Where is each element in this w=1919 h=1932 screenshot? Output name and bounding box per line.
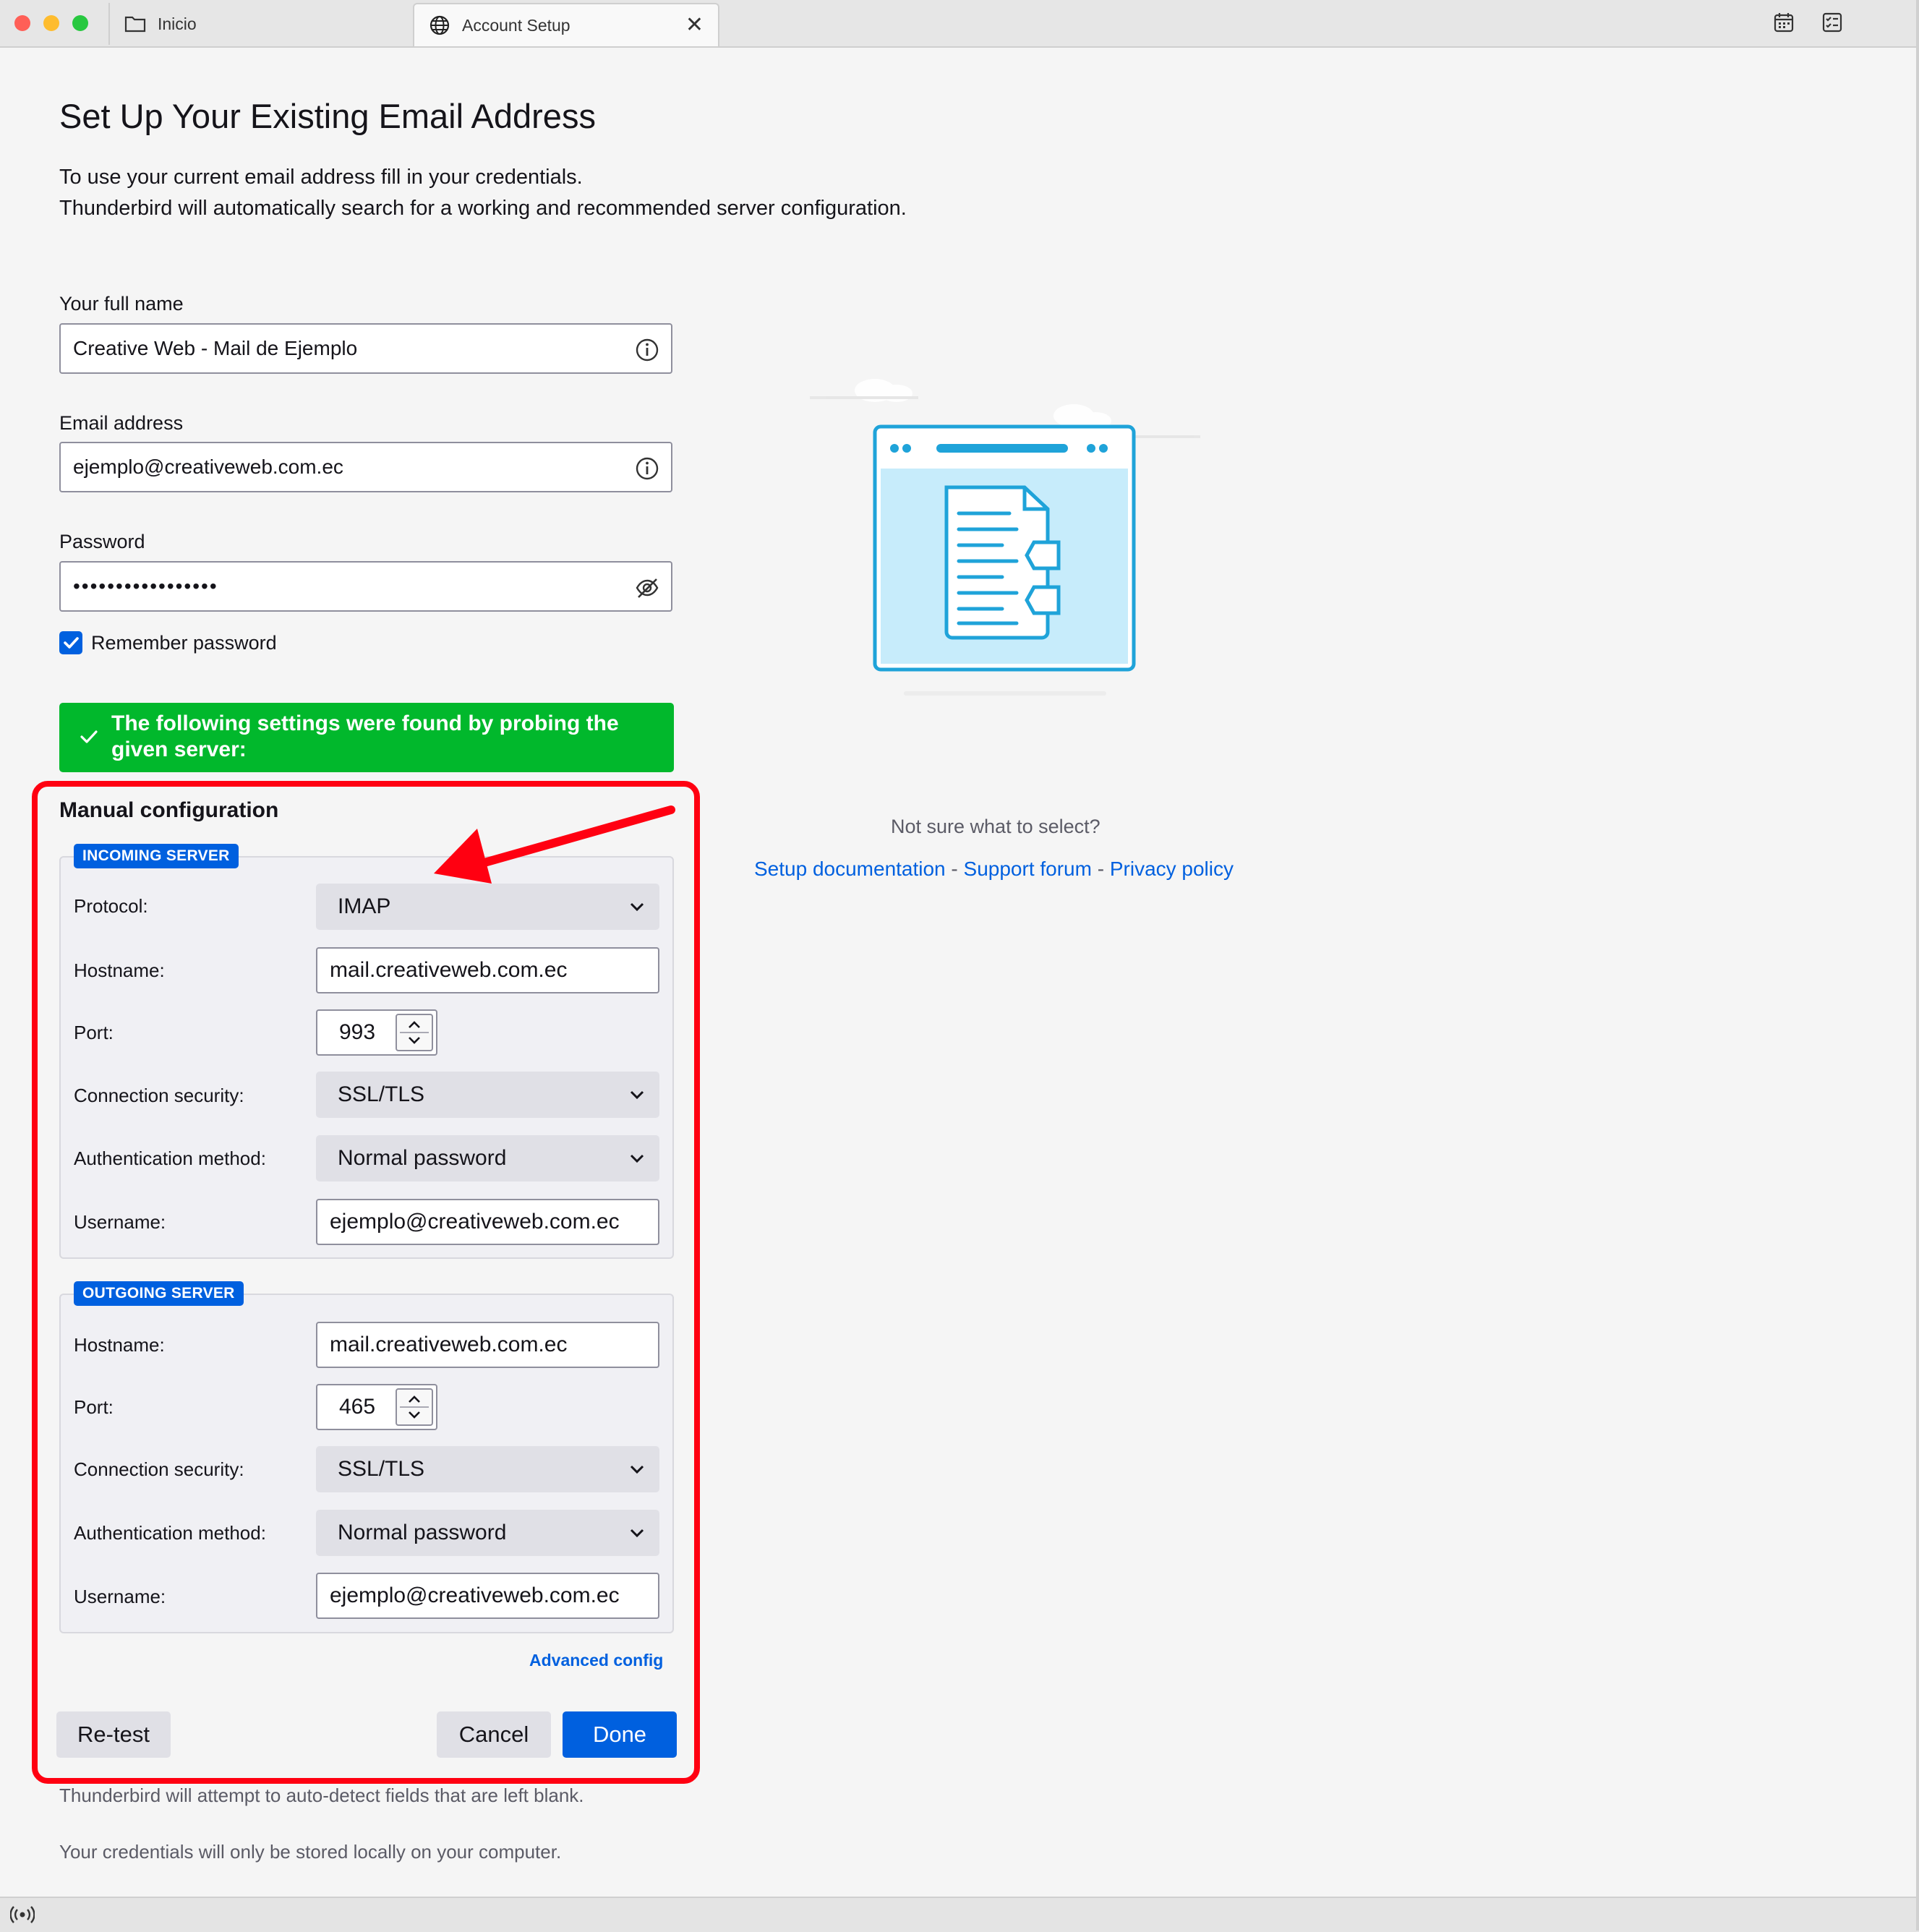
info-icon	[636, 457, 659, 480]
tab-account-setup[interactable]: Account Setup ✕	[413, 3, 719, 46]
remember-password-label: Remember password	[91, 632, 277, 654]
full-name-input[interactable]: Creative Web - Mail de Ejemplo	[59, 323, 672, 374]
info-icon	[636, 338, 659, 362]
calendar-icon[interactable]	[1773, 12, 1795, 33]
link-separator: -	[1091, 858, 1110, 880]
setup-documentation-link[interactable]: Setup documentation	[754, 858, 946, 880]
privacy-policy-link[interactable]: Privacy policy	[1110, 858, 1234, 880]
close-window-button[interactable]	[14, 15, 30, 31]
checkmark-icon	[64, 637, 79, 649]
minimize-window-button[interactable]	[43, 15, 59, 31]
window-edge	[1916, 0, 1919, 1931]
page-title: Set Up Your Existing Email Address	[59, 97, 596, 135]
password-input[interactable]: •••••••••••••••••	[59, 561, 672, 612]
password-value: •••••••••••••••••	[73, 575, 218, 597]
remember-password-checkbox[interactable]	[59, 631, 82, 654]
online-status-icon[interactable]	[10, 1905, 35, 1925]
full-name-label: Your full name	[59, 293, 184, 315]
help-links: Setup documentation - Support forum - Pr…	[754, 858, 1234, 881]
check-icon	[80, 730, 98, 743]
folder-icon	[124, 16, 146, 33]
email-label: Email address	[59, 412, 184, 434]
email-value: ejemplo@creativeweb.com.ec	[73, 456, 343, 478]
status-bar	[0, 1897, 1919, 1932]
password-label: Password	[59, 531, 145, 552]
success-message: The following settings were found by pro…	[111, 711, 619, 761]
email-input[interactable]: ejemplo@creativeweb.com.ec	[59, 442, 672, 492]
document-illustration	[810, 379, 1200, 696]
intro-line-1: To use your current email address fill i…	[59, 166, 583, 189]
eye-slash-icon[interactable]	[635, 576, 659, 600]
intro-line-2: Thunderbird will automatically search fo…	[59, 197, 907, 220]
tasks-icon[interactable]	[1821, 12, 1843, 33]
support-forum-link[interactable]: Support forum	[964, 858, 1092, 880]
window-titlebar: Inicio Account Setup ✕	[0, 0, 1919, 48]
close-tab-icon[interactable]: ✕	[685, 14, 704, 36]
globe-icon	[429, 15, 450, 35]
autodetect-note: Thunderbird will attempt to auto-detect …	[59, 1784, 584, 1806]
tab-account-setup-label: Account Setup	[462, 15, 570, 35]
full-name-value: Creative Web - Mail de Ejemplo	[73, 337, 358, 359]
link-separator: -	[945, 858, 964, 880]
annotation-arrow-icon	[434, 805, 675, 884]
tab-inicio-label: Inicio	[158, 14, 197, 33]
help-question: Not sure what to select?	[891, 816, 1100, 837]
credentials-note: Your credentials will only be stored loc…	[59, 1841, 562, 1863]
zoom-window-button[interactable]	[72, 15, 88, 31]
annotation-highlight-box	[32, 781, 700, 1784]
tab-inicio[interactable]: Inicio	[108, 3, 414, 45]
